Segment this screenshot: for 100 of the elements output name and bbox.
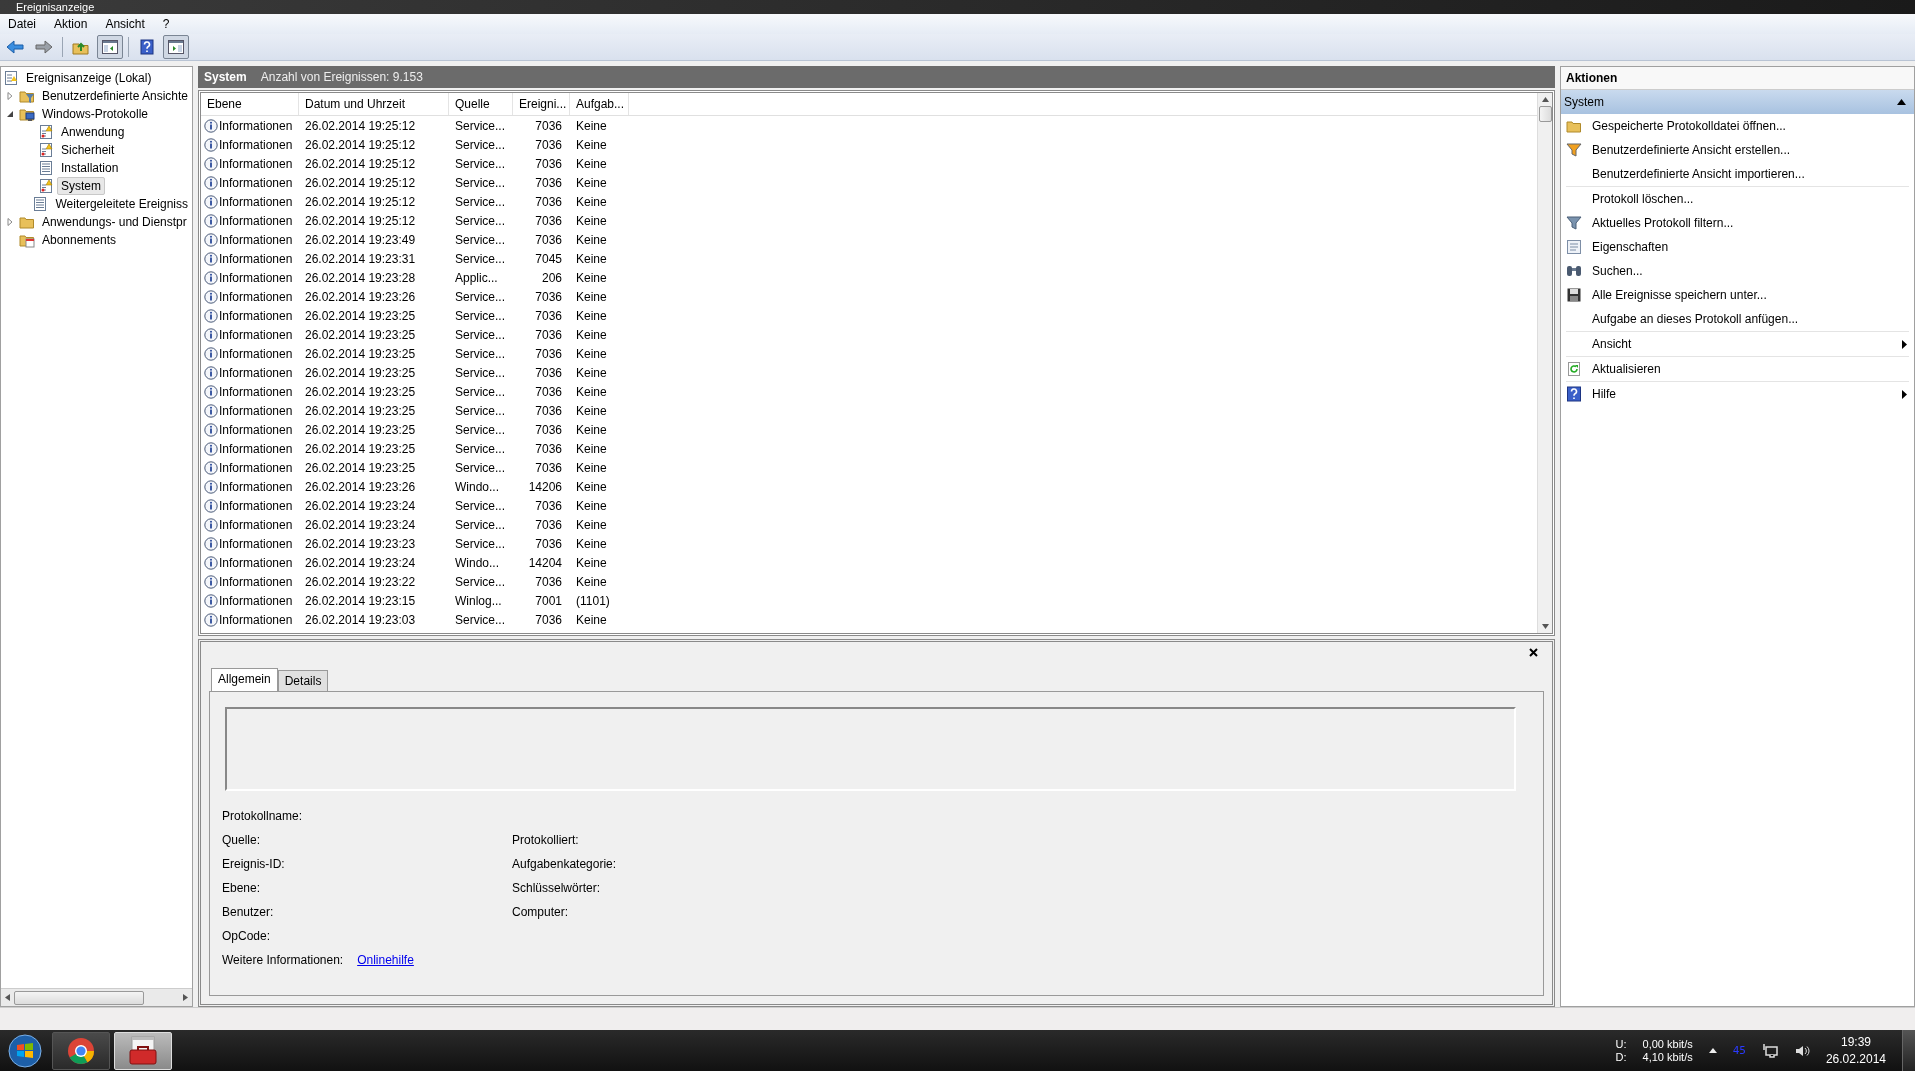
table-cell: Service... — [455, 422, 505, 437]
action-item[interactable]: Benutzerdefinierte Ansicht importieren... — [1592, 167, 1805, 181]
table-cell: Informationen — [219, 403, 293, 418]
help-icon — [138, 39, 156, 55]
menu-item[interactable]: Datei — [6, 17, 38, 31]
action-item[interactable]: Gespeicherte Protokolldatei öffnen... — [1592, 119, 1786, 133]
scroll-thumb[interactable] — [1538, 106, 1552, 122]
collapse-arrow-icon[interactable] — [6, 110, 14, 118]
log-warning-icon — [38, 142, 54, 158]
table-cell: Informationen — [219, 137, 293, 152]
window-title: Ereignisanzeige — [16, 1, 95, 13]
browser-taskbar-button[interactable] — [52, 1031, 110, 1070]
scroll-up-arrow-icon[interactable] — [1541, 97, 1549, 102]
table-cell: Keine — [576, 308, 607, 323]
scroll-down-arrow-icon[interactable] — [1541, 624, 1549, 629]
tree-item[interactable]: Installation — [57, 159, 123, 177]
table-cell: Keine — [576, 327, 607, 342]
tree-item[interactable]: System — [57, 177, 105, 195]
action-item[interactable]: Aktualisieren — [1592, 362, 1661, 376]
table-cell: 7036 — [535, 536, 562, 551]
action-item[interactable]: Protokoll löschen... — [1592, 192, 1694, 206]
table-cell: 26.02.2014 19:23:25 — [305, 422, 416, 437]
table-cell: Windo... — [455, 479, 499, 494]
action-item[interactable]: Ansicht — [1592, 337, 1632, 351]
table-cell: Service... — [455, 441, 505, 456]
close-icon[interactable] — [1529, 647, 1538, 657]
horizontal-scrollbar[interactable] — [1, 988, 192, 1006]
info-icon — [204, 536, 218, 551]
table-cell: 14206 — [528, 479, 562, 494]
action-item[interactable]: Benutzerdefinierte Ansicht erstellen... — [1592, 143, 1791, 157]
table-cell: 26.02.2014 19:25:12 — [305, 118, 416, 133]
browser-icon — [67, 1036, 95, 1065]
vertical-scrollbar[interactable] — [1537, 93, 1552, 633]
table-cell: 26.02.2014 19:23:25 — [305, 308, 416, 323]
table-cell: Informationen — [219, 422, 293, 437]
table-cell: Service... — [455, 308, 505, 323]
tree-item[interactable]: Abonnements — [38, 231, 121, 249]
column-header[interactable]: Ereigni... — [513, 93, 570, 115]
tree-item[interactable]: Anwendungs- und Dienstpr — [38, 213, 191, 231]
show-action-pane-button[interactable] — [163, 35, 189, 59]
show-tree-button[interactable] — [97, 35, 123, 59]
expand-arrow-icon[interactable] — [6, 92, 14, 100]
table-cell: 26.02.2014 19:23:28 — [305, 270, 416, 285]
table-cell: 26.02.2014 19:23:25 — [305, 403, 416, 418]
table-cell: Informationen — [219, 156, 293, 171]
column-header[interactable]: Datum und Uhrzeit — [299, 93, 449, 115]
filter-icon — [1566, 215, 1582, 231]
column-header[interactable]: Quelle — [449, 93, 513, 115]
action-item[interactable]: Aktuelles Protokoll filtern... — [1592, 216, 1734, 230]
field-label: Protokollname: — [222, 808, 304, 825]
tree-item[interactable]: Ereignisanzeige (Lokal) — [22, 69, 156, 87]
table-cell: Keine — [576, 289, 607, 304]
table-cell: 26.02.2014 19:23:23 — [305, 536, 416, 551]
scroll-left-arrow-icon[interactable] — [5, 994, 10, 1001]
action-item[interactable]: Aufgabe an dieses Protokoll anfügen... — [1592, 312, 1799, 326]
menu-item[interactable]: ? — [160, 17, 172, 31]
table-cell: 26.02.2014 19:25:12 — [305, 213, 416, 228]
info-icon — [204, 232, 218, 247]
table-cell: 7001 — [535, 593, 562, 608]
table-cell: Service... — [455, 460, 505, 475]
network-icon[interactable] — [1761, 1042, 1778, 1059]
filter-icon — [1566, 142, 1582, 158]
tree-item[interactable]: Weitergeleitete Ereigniss — [51, 195, 192, 213]
menu-item[interactable]: Ansicht — [103, 17, 147, 31]
expand-arrow-icon[interactable] — [6, 218, 14, 226]
clock[interactable]: 19:39 26.02.2014 — [1825, 1033, 1886, 1068]
tree-item[interactable]: Windows-Protokolle — [38, 105, 153, 123]
actions-section-header[interactable]: System — [1561, 90, 1914, 114]
tree-item[interactable]: Sicherheit — [57, 141, 119, 159]
table-cell: 26.02.2014 19:23:24 — [305, 498, 416, 513]
online-help-link[interactable]: Onlinehilfe — [357, 949, 414, 973]
table-cell: Keine — [576, 384, 607, 399]
table-cell: 7036 — [535, 498, 562, 513]
table-cell: Service... — [455, 213, 505, 228]
field-label: Benutzer: — [222, 904, 275, 921]
show-hidden-icons-icon[interactable] — [1708, 1048, 1717, 1053]
tree-item[interactable]: Benutzerdefinierte Ansichte — [37, 87, 192, 105]
info-icon — [204, 327, 218, 342]
menu-item[interactable]: Aktion — [52, 17, 90, 31]
action-item[interactable]: Hilfe — [1592, 387, 1616, 401]
info-icon — [204, 593, 218, 608]
action-item[interactable]: Eigenschaften — [1592, 240, 1669, 254]
table-cell: Service... — [455, 536, 505, 551]
table-cell: Keine — [576, 422, 607, 437]
tab[interactable]: Allgemein — [211, 668, 278, 691]
tree-item[interactable]: Anwendung — [57, 123, 129, 141]
table-cell: (1101) — [576, 593, 610, 608]
tab[interactable]: Details — [277, 670, 329, 691]
table-cell: Keine — [576, 137, 607, 152]
event-viewer-icon — [3, 70, 19, 86]
table-cell: 7036 — [535, 213, 562, 228]
column-header[interactable]: Ebene — [201, 93, 299, 115]
action-item[interactable]: Suchen... — [1592, 264, 1643, 278]
action-item[interactable]: Alle Ereignisse speichern unter... — [1592, 288, 1767, 302]
scroll-right-arrow-icon[interactable] — [183, 994, 188, 1001]
toolbox-taskbar-button[interactable] — [114, 1031, 172, 1070]
scroll-thumb[interactable] — [14, 990, 144, 1005]
computer-folder-icon — [19, 106, 35, 122]
show-desktop-button[interactable] — [1902, 1030, 1915, 1071]
column-header[interactable]: Aufgab... — [570, 93, 629, 115]
